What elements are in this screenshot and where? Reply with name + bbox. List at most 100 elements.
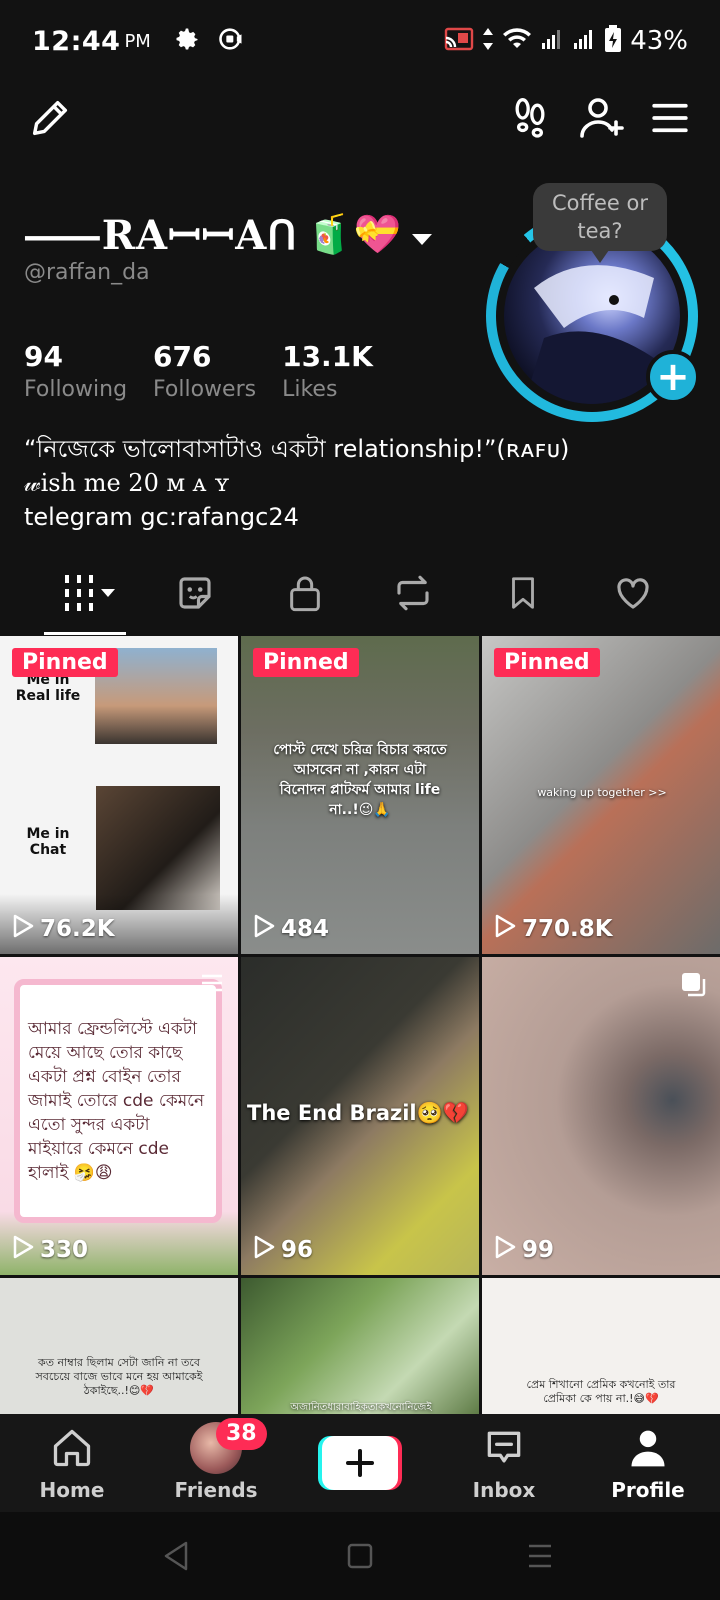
nav-profile-label: Profile bbox=[611, 1478, 685, 1502]
video-caption: প্রেম শিখানো প্রেমিক কখনোই তার প্রেমিকা … bbox=[526, 1378, 676, 1405]
profile-name-switcher[interactable]: ⸺RAꟷꟷAᑎ 🧃💝 bbox=[24, 206, 434, 261]
active-tab-indicator bbox=[44, 632, 126, 635]
pinned-badge: Pinned bbox=[12, 648, 118, 677]
video-views: 330 bbox=[12, 1235, 88, 1265]
data-arrows-icon bbox=[482, 26, 494, 56]
profile-top-bar bbox=[0, 82, 720, 182]
profile-display-name: ⸺RAꟷꟷAᑎ bbox=[24, 212, 298, 259]
stat-following[interactable]: 94 Following bbox=[24, 340, 127, 402]
repost-icon bbox=[391, 572, 435, 618]
video-thumbnail bbox=[96, 786, 220, 910]
status-bar: 12:44 PM 43% bbox=[0, 0, 720, 82]
chevron-down-icon bbox=[410, 210, 434, 257]
bio-line: telegram gc:rafangc24 bbox=[24, 503, 299, 531]
video-tile[interactable]: অজানিতধারাবাহিকতাকখনোনিজেই bbox=[241, 1278, 479, 1416]
video-caption: Me in Chat bbox=[26, 826, 70, 858]
tab-liked[interactable] bbox=[578, 556, 688, 634]
video-tile[interactable]: আমার ফ্রেন্ডলিস্টে একটা মেয়ে আছে তোর কা… bbox=[0, 957, 238, 1275]
video-tile[interactable]: কত নাম্বার ছিলাম সেটা জানি না তবে সবচেয়… bbox=[0, 1278, 238, 1416]
tab-private[interactable] bbox=[250, 556, 360, 634]
profile-icon bbox=[626, 1426, 670, 1474]
add-story-plus-icon[interactable]: + bbox=[646, 350, 700, 404]
video-views: 770.8K bbox=[494, 914, 613, 944]
back-icon[interactable] bbox=[162, 1540, 190, 1576]
likes-label: Likes bbox=[282, 377, 338, 402]
nav-inbox-label: Inbox bbox=[472, 1478, 536, 1502]
play-icon bbox=[253, 1235, 275, 1265]
status-ampm: PM bbox=[124, 30, 151, 52]
play-icon bbox=[12, 1235, 34, 1265]
tab-favorites[interactable] bbox=[468, 556, 578, 634]
play-icon bbox=[494, 1235, 516, 1265]
tab-videos[interactable] bbox=[36, 556, 146, 634]
sticker-face-icon bbox=[174, 572, 216, 618]
wifi-icon bbox=[502, 26, 532, 56]
footprints-icon[interactable] bbox=[502, 90, 558, 146]
video-caption: waking up together >> bbox=[537, 786, 667, 799]
profile-stats: 94 Following 676 Followers 13.1K Likes bbox=[24, 340, 373, 402]
nav-home[interactable]: Home bbox=[0, 1414, 144, 1512]
photo-mode-icon bbox=[200, 973, 224, 997]
record-icon bbox=[217, 25, 245, 57]
video-caption: আমার ফ্রেন্ডলিস্টে একটা মেয়ে আছে তোর কা… bbox=[28, 1019, 205, 1183]
nav-home-label: Home bbox=[39, 1478, 105, 1502]
bio-line: “নিজেকে ভালোবাসাটাও একটা relationship!”(… bbox=[24, 435, 570, 463]
private-lock-icon bbox=[285, 572, 325, 618]
stat-likes[interactable]: 13.1K Likes bbox=[282, 340, 373, 402]
followers-count: 676 bbox=[153, 340, 212, 373]
pinned-badge: Pinned bbox=[494, 648, 600, 677]
signal-icon-2 bbox=[572, 27, 596, 55]
video-tile[interactable]: Me in Real life Me in Chat Pinned 76.2K bbox=[0, 636, 238, 954]
home-square-icon[interactable] bbox=[347, 1542, 373, 1574]
nav-inbox[interactable]: Inbox bbox=[432, 1414, 576, 1512]
video-views: 76.2K bbox=[12, 914, 115, 944]
edit-pencil-icon[interactable] bbox=[22, 90, 78, 146]
video-views: 99 bbox=[494, 1235, 554, 1265]
tab-reposts[interactable] bbox=[358, 556, 468, 634]
following-count: 94 bbox=[24, 340, 63, 373]
nav-friends-label: Friends bbox=[174, 1478, 258, 1502]
video-tile[interactable]: The End Brazil🥺💔 96 bbox=[241, 957, 479, 1275]
recents-menu-icon[interactable] bbox=[526, 1542, 554, 1574]
play-icon bbox=[12, 914, 34, 944]
home-icon bbox=[50, 1426, 94, 1474]
battery-percentage: 43% bbox=[630, 26, 688, 56]
video-caption: The End Brazil🥺💔 bbox=[247, 1101, 469, 1125]
note-bubble[interactable]: Coffee or tea? bbox=[533, 183, 667, 263]
profile-handle: @raffan_da bbox=[24, 260, 150, 285]
menu-icon[interactable] bbox=[642, 90, 698, 146]
followers-label: Followers bbox=[153, 377, 257, 402]
battery-charging-icon bbox=[604, 25, 622, 57]
video-tile[interactable]: 99 bbox=[482, 957, 720, 1275]
video-tile[interactable]: পোস্ট দেখে চরিত্র বিচার করতে আসবেন না ,ক… bbox=[241, 636, 479, 954]
profile-content-tabs bbox=[0, 556, 720, 636]
system-navigation-bar bbox=[0, 1512, 720, 1600]
stat-followers[interactable]: 676 Followers bbox=[153, 340, 256, 402]
bookmark-icon bbox=[504, 572, 542, 618]
play-icon bbox=[494, 914, 516, 944]
nav-profile[interactable]: Profile bbox=[576, 1414, 720, 1512]
settings-icon bbox=[173, 25, 201, 57]
video-views: 96 bbox=[253, 1235, 313, 1265]
profile-bio[interactable]: “নিজেকে ভালোবাসাটাও একটা relationship!”(… bbox=[24, 432, 684, 534]
status-time: 12:44 bbox=[32, 25, 121, 57]
play-icon bbox=[253, 914, 275, 944]
profile-name-emoji: 🧃💝 bbox=[305, 210, 403, 256]
tab-reposts-face[interactable] bbox=[140, 556, 250, 634]
following-label: Following bbox=[24, 377, 128, 402]
bio-line: 𝓌ish me 20 ᴍ ᴀ ʏ bbox=[24, 469, 230, 497]
video-caption: পোস্ট দেখে চরিত্র বিচার করতে আসবেন না ,ক… bbox=[273, 742, 447, 818]
video-tile[interactable]: waking up together >> Pinned 770.8K bbox=[482, 636, 720, 954]
likes-count: 13.1K bbox=[282, 340, 373, 373]
add-friend-icon[interactable] bbox=[572, 90, 632, 146]
video-grid: Me in Real life Me in Chat Pinned 76.2K … bbox=[0, 636, 720, 1416]
video-tile[interactable]: প্রেম শিখানো প্রেমিক কখনোই তার প্রেমিকা … bbox=[482, 1278, 720, 1416]
cast-icon bbox=[444, 26, 474, 56]
video-caption: কত নাম্বার ছিলাম সেটা জানি না তবে সবচেয়… bbox=[35, 1356, 203, 1397]
create-button[interactable] bbox=[318, 1436, 402, 1490]
videos-grid-icon bbox=[61, 571, 121, 619]
video-views: 484 bbox=[253, 914, 329, 944]
friends-notification-badge: 38 bbox=[216, 1418, 267, 1450]
signal-icon bbox=[540, 27, 564, 55]
carousel-icon bbox=[680, 971, 708, 1003]
